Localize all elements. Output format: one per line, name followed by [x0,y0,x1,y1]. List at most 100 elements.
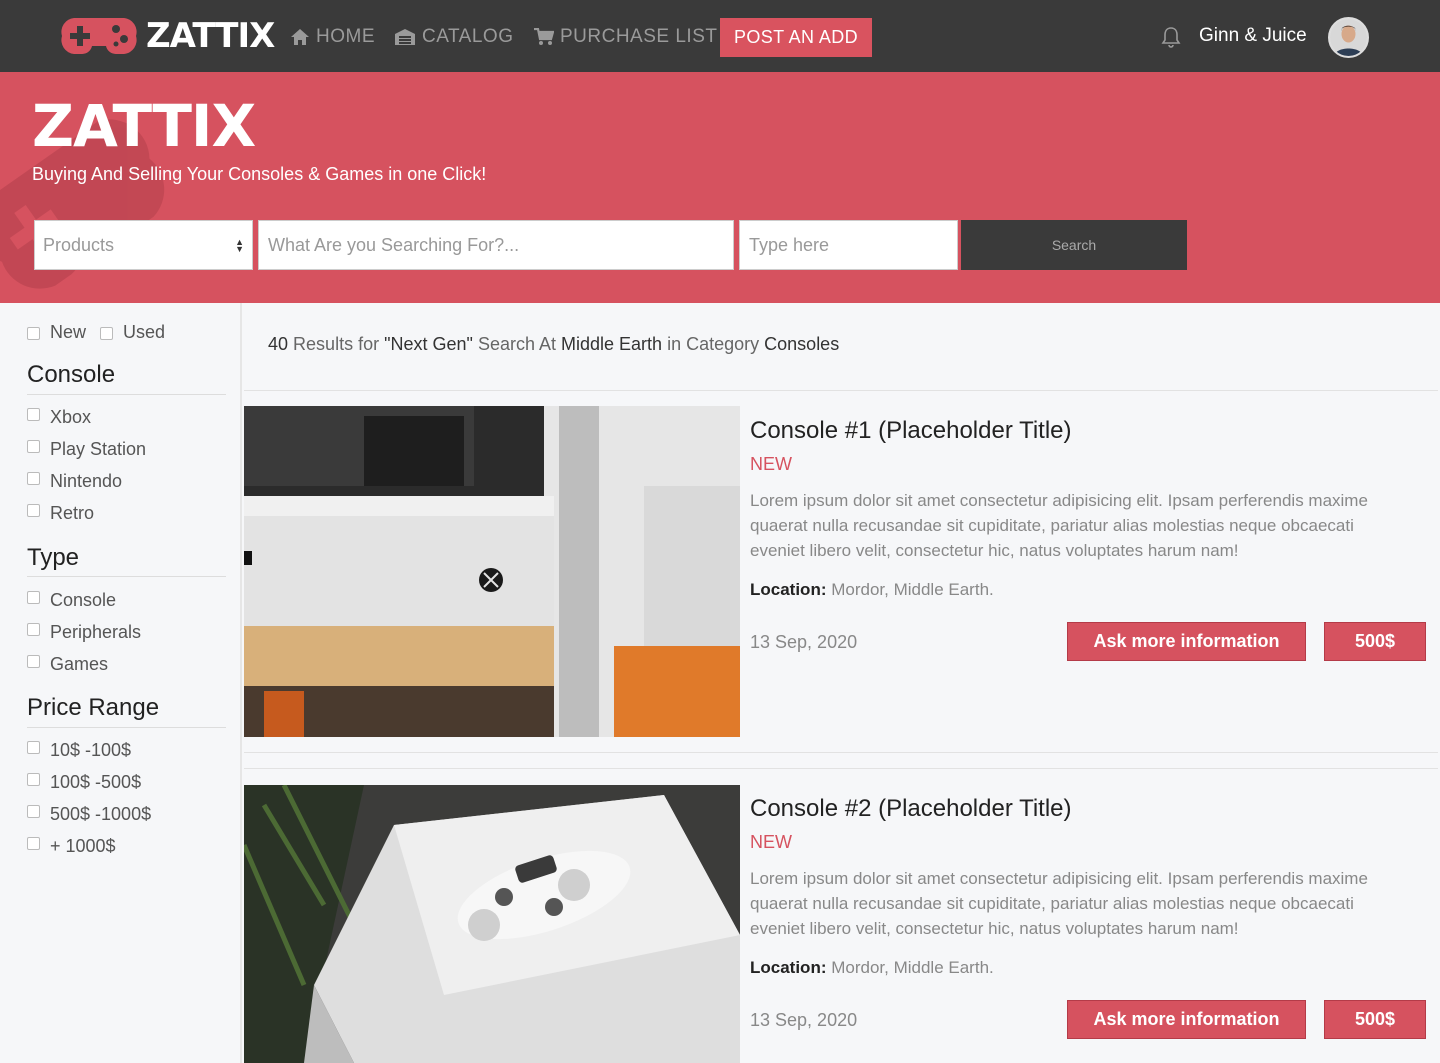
bell-icon[interactable] [1161,26,1181,48]
divider [244,390,1438,391]
hero-title: ZATTIX [32,92,256,160]
filter-label: Retro [50,503,95,523]
price-button[interactable]: 500$ [1324,1000,1426,1039]
filter-title-price-range: Price Range [27,694,160,721]
ask-more-information-button[interactable]: Ask more information [1067,1000,1306,1039]
filter-item-playstation[interactable]: Play Station [27,439,146,460]
filter-sidebar: New Used Console Xbox Play Station Ninten… [0,303,242,1063]
listing-date: 13 Sep, 2020 [750,632,858,652]
condition-filters: New Used [27,322,179,343]
listing-description: Lorem ipsum dolor sit amet consectetur a… [750,869,1368,938]
checkbox[interactable] [27,805,40,818]
divider [244,752,1438,753]
brand-logo[interactable]: ZATTIX [60,14,275,58]
garage-icon [395,29,415,45]
user-photo-icon [1330,19,1367,56]
filter-label: Peripherals [50,622,142,642]
playstation-console-photo [244,785,740,1063]
filter-item-price-4[interactable]: + 1000$ [27,836,116,857]
checkbox[interactable] [27,655,40,668]
hero-banner: ZATTIX Buying And Selling Your Consoles … [0,72,1440,303]
results-summary: 40 Results for "Next Gen" Search At Midd… [268,334,839,355]
results-query: "Next Gen" [384,334,473,354]
checkbox-new[interactable] [27,326,40,340]
location-value: Mordor, Middle Earth. [831,958,994,977]
filter-label: Xbox [50,407,92,427]
nav-home-label: HOME [316,26,375,47]
filter-label: Console [50,590,117,610]
search-button[interactable]: Search [961,220,1187,270]
location-label: Location: [750,958,827,977]
category-select[interactable]: Products ▲ ▼ [34,220,253,270]
checkbox[interactable] [27,837,40,850]
select-arrows-icon: ▲ ▼ [235,237,244,254]
listing-location: Location: Mordor, Middle Earth. [750,958,994,978]
filter-label: 10$ -100$ [50,740,132,760]
divider [27,394,226,395]
condition-label-used: Used [123,322,166,342]
checkbox[interactable] [27,591,40,604]
listing-image-playstation[interactable] [244,785,740,1063]
checkbox[interactable] [27,408,40,421]
search-input[interactable] [258,220,734,270]
ask-more-information-button[interactable]: Ask more information [1067,622,1306,661]
checkbox[interactable] [27,623,40,636]
category-select-value: Products [43,234,115,255]
filter-item-xbox[interactable]: Xbox [27,407,91,428]
divider [244,768,1438,769]
price-button[interactable]: 500$ [1324,622,1426,661]
divider [27,727,226,728]
cart-icon [534,28,554,45]
nav-purchase-list-label: PURCHASE LIST [560,26,718,47]
listing-title[interactable]: Console #2 (Placeholder Title) [750,795,1072,823]
username[interactable]: Ginn & Juice [1199,25,1307,47]
nav-home[interactable]: HOME [290,24,375,50]
filter-item-games[interactable]: Games [27,654,108,675]
checkbox-used[interactable] [100,326,114,340]
hero-subtitle: Buying And Selling Your Consoles & Games… [32,164,487,184]
home-icon [291,29,309,45]
in-category-text: in Category [667,334,760,354]
nav-catalog-label: CATALOG [422,26,514,47]
filter-label: 100$ -500$ [50,772,142,792]
condition-badge: NEW [750,454,792,474]
location-label: Location: [750,580,827,599]
filter-label: Play Station [50,439,147,459]
checkbox[interactable] [27,773,40,786]
listing-description: Lorem ipsum dolor sit amet consectetur a… [750,491,1368,560]
xbox-console-photo [244,406,740,737]
results-for-text: Results for [293,334,380,354]
filter-item-retro[interactable]: Retro [27,503,94,524]
filter-item-peripherals[interactable]: Peripherals [27,622,141,643]
filter-label: 500$ -1000$ [50,804,152,824]
checkbox[interactable] [27,472,40,485]
filter-item-price-2[interactable]: 100$ -500$ [27,772,141,793]
location-input[interactable] [739,220,958,270]
filter-label: + 1000$ [50,836,116,856]
filter-item-price-1[interactable]: 10$ -100$ [27,740,131,761]
condition-label-new: New [50,322,87,342]
filter-label: Games [50,654,109,674]
results-category: Consoles [764,334,840,354]
checkbox[interactable] [27,440,40,453]
checkbox[interactable] [27,504,40,517]
filter-item-console[interactable]: Console [27,590,116,611]
filter-title-type: Type [27,544,80,571]
filter-item-nintendo[interactable]: Nintendo [27,471,122,492]
post-an-add-button[interactable]: POST AN ADD [720,18,872,57]
listing-date: 13 Sep, 2020 [750,1010,858,1030]
results-location: Middle Earth [561,334,663,354]
checkbox[interactable] [27,741,40,754]
divider [27,576,226,577]
brand-name: ZATTIX [146,16,275,56]
nav-purchase-list[interactable]: PURCHASE LIST [534,24,717,50]
avatar[interactable] [1328,17,1369,58]
listing-location: Location: Mordor, Middle Earth. [750,580,994,600]
gamepad-icon [61,18,137,55]
location-value: Mordor, Middle Earth. [831,580,994,599]
filter-item-price-3[interactable]: 500$ -1000$ [27,804,151,825]
nav-catalog[interactable]: CATALOG [394,24,513,50]
listing-image-xbox[interactable] [244,406,740,737]
listing-title[interactable]: Console #1 (Placeholder Title) [750,417,1072,445]
condition-badge: NEW [750,832,792,852]
